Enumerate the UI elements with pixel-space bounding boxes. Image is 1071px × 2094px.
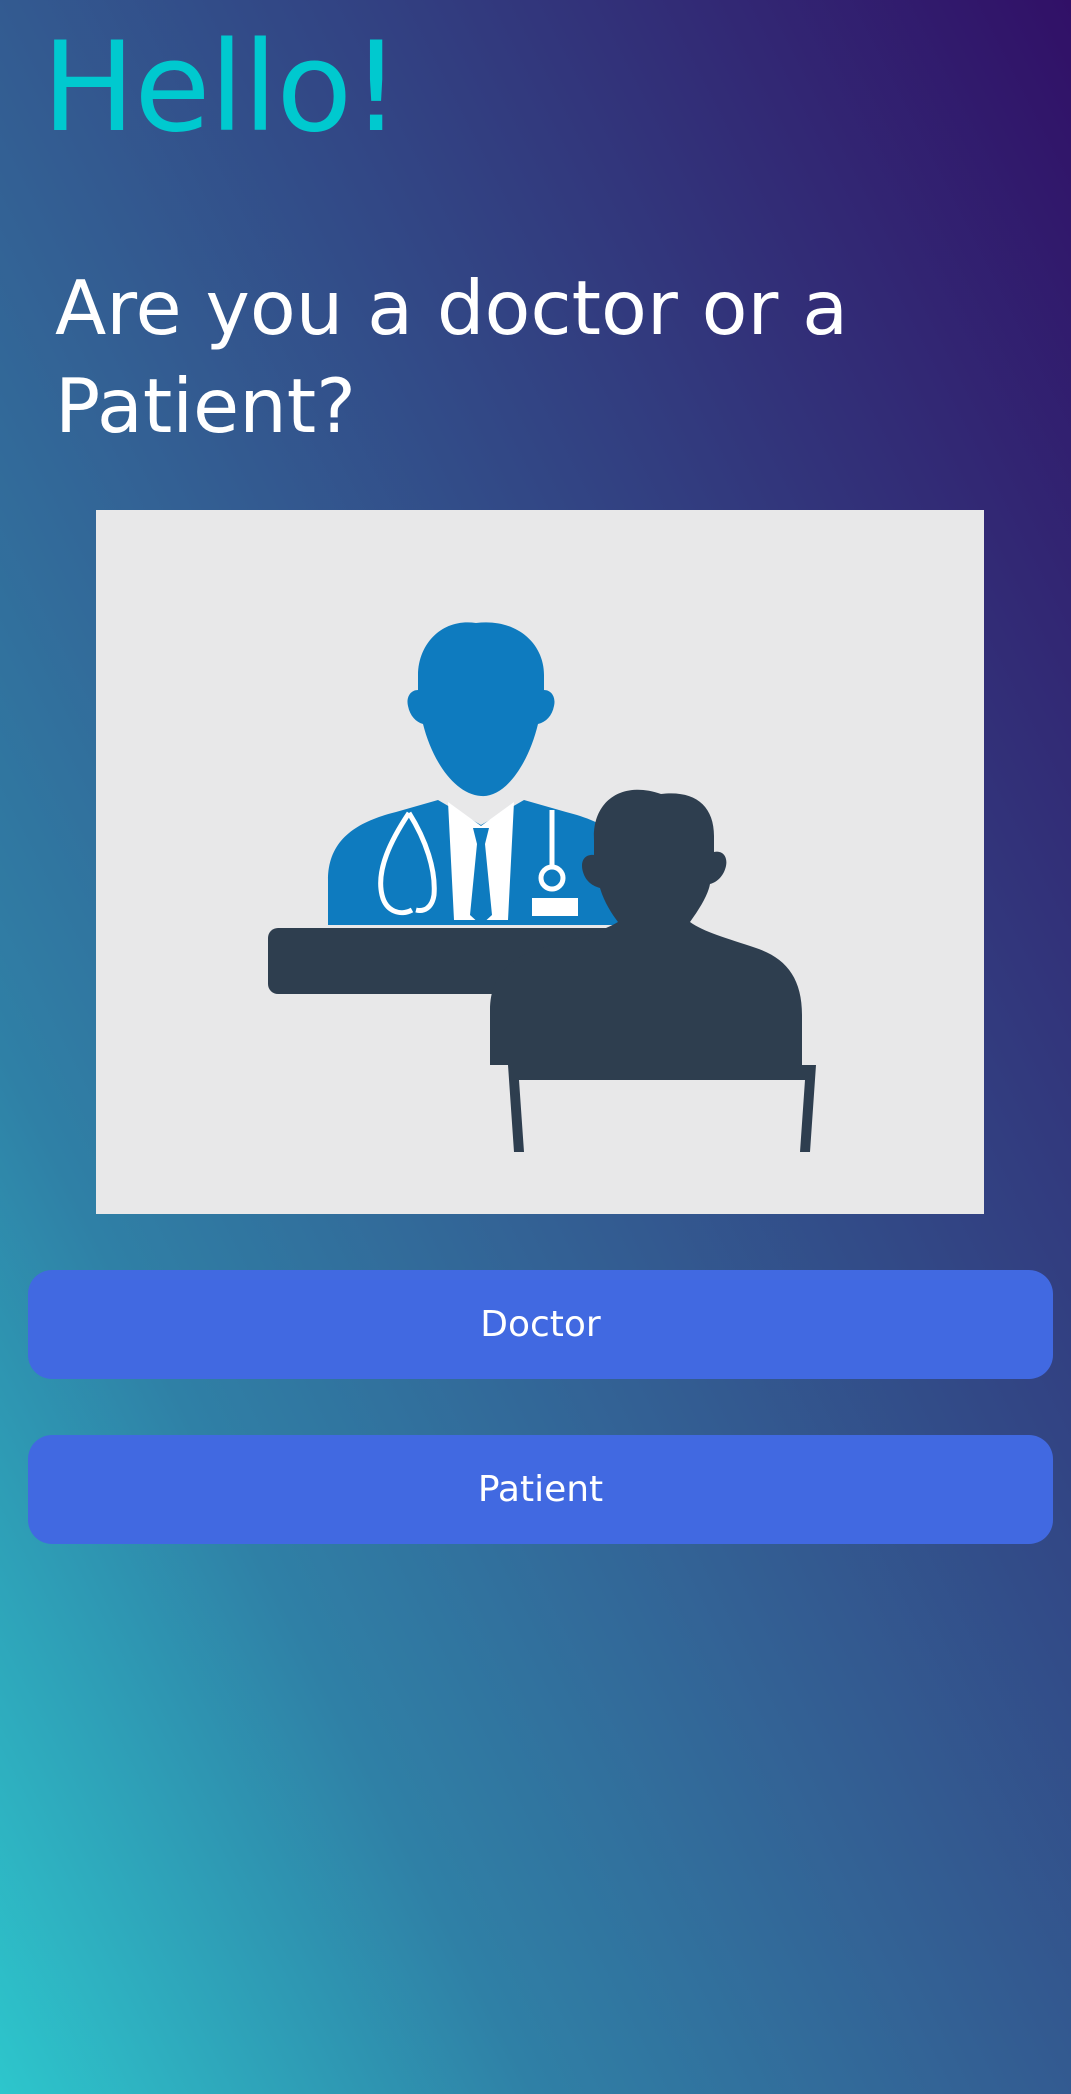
doctor-button[interactable]: Doctor [28,1270,1053,1379]
role-question: Are you a doctor or a Patient? [55,264,849,450]
patient-button[interactable]: Patient [28,1435,1053,1544]
greeting-title: Hello! [42,16,401,160]
doctor-patient-illustration [96,510,984,1214]
